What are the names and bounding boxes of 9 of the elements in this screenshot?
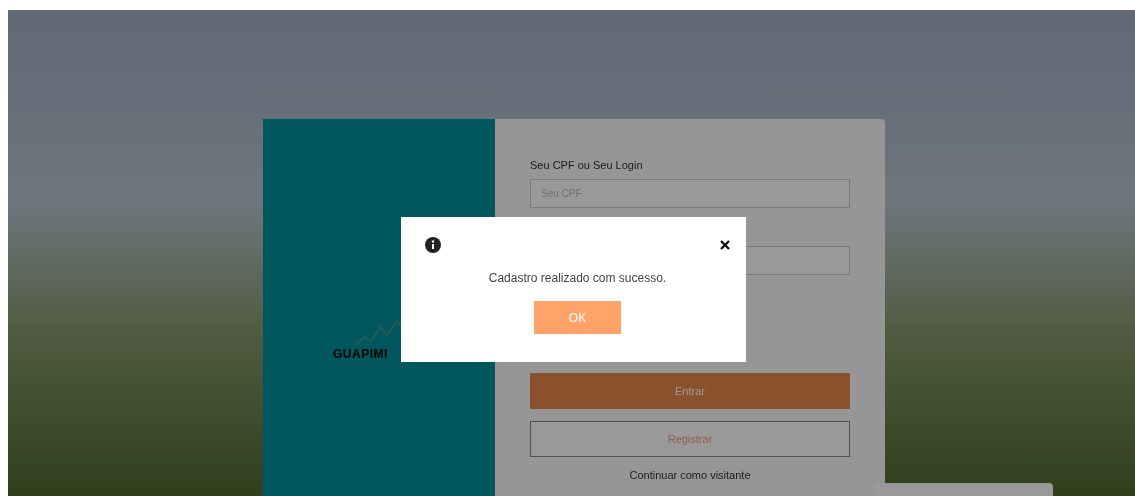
guest-link[interactable]: Continuar como visitante — [629, 469, 751, 481]
ok-button[interactable]: OK — [534, 301, 621, 334]
field-label: Seu CPF ou Seu Login — [530, 159, 644, 171]
info-icon — [425, 237, 441, 253]
close-icon[interactable] — [720, 240, 730, 250]
dialog-message: Cadastro realizado com sucesso. — [488, 271, 667, 285]
register-button[interactable]: Registrar — [530, 421, 850, 457]
logo-text: GUAPIMI — [333, 347, 388, 361]
login-button[interactable]: Entrar — [530, 373, 850, 409]
